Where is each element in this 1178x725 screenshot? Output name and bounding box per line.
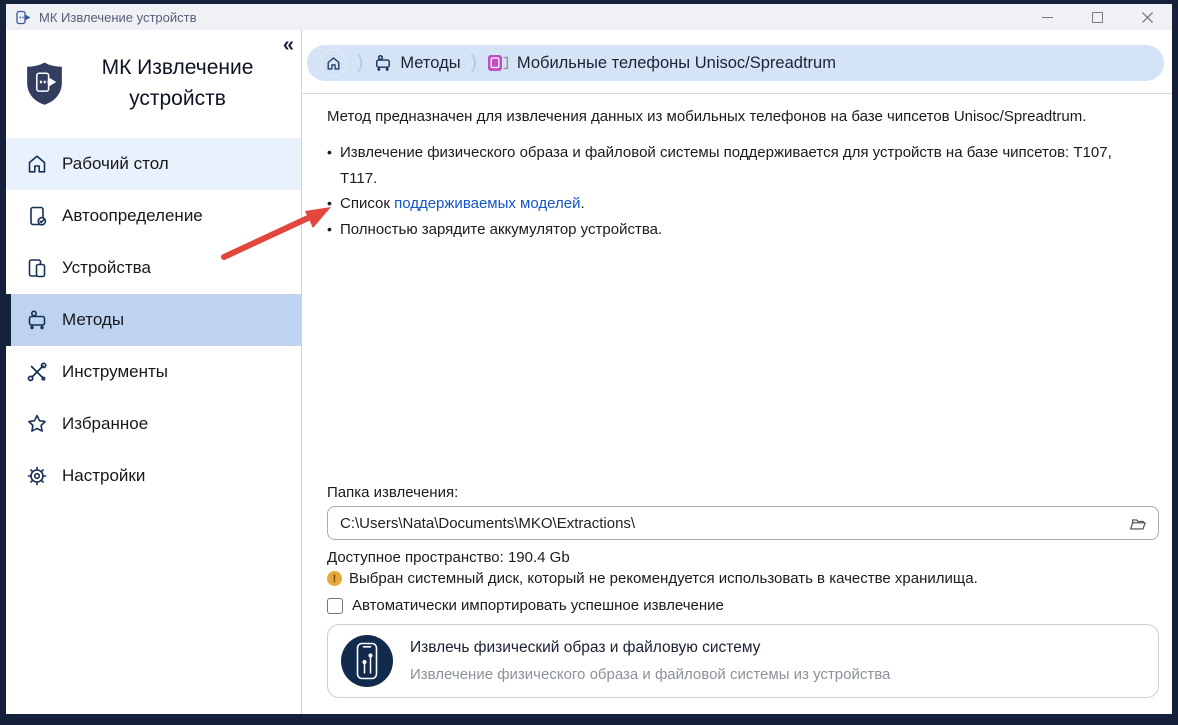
breadcrumb-home-button[interactable] [319,49,347,77]
star-icon [28,414,46,432]
bullet-chipsets: • Извлечение физического образа и файлов… [327,140,1127,191]
sidebar-item-label: Настройки [62,466,146,485]
method-bullet-list: • Извлечение физического образа и файлов… [327,140,1127,242]
sidebar-item-label: Инструменты [62,362,169,381]
minimize-button[interactable] [1022,4,1072,30]
sidebar-item-label: Автоопределение [62,206,203,225]
sidebar-item-desktop[interactable]: Рабочий стол [6,138,301,190]
warning-text: Выбран системный диск, который не рекоме… [349,570,978,587]
sidebar-item-label: Методы [62,310,125,329]
autodetect-icon [30,206,47,226]
home-icon [28,155,46,173]
mobile-phone-icon [487,55,508,71]
app-title: МК Извлечение устройств [68,52,287,114]
bullet-marker: • [327,220,332,237]
window-titlebar: МК Извлечение устройств [6,4,1172,30]
bullet-supported-models: • Список поддерживаемых моделей. [327,191,1127,217]
card-subtitle: Извлечение физического образа и файловой… [410,666,891,683]
extraction-folder-input[interactable] [328,514,1116,532]
breadcrumb-item-page[interactable]: Мобильные телефоны Unisoc/Spreadtrum [487,53,836,73]
auto-import-checkbox-row[interactable]: Автоматически импортировать успешное изв… [327,597,724,614]
breadcrumb-page-label: Мобильные телефоны Unisoc/Spreadtrum [516,53,836,72]
warning-icon: ! [327,571,342,586]
system-disk-warning: ! Выбран системный диск, который не реко… [327,570,978,587]
sidebar-header: МК Извлечение устройств [6,30,301,138]
gear-icon [27,466,47,486]
sidebar-item-devices[interactable]: Устройства [6,242,301,294]
extraction-phone-icon [341,635,393,687]
maximize-button[interactable] [1072,4,1122,30]
breadcrumb: ) Методы ) Мобильные телефоны Unisoc/Spr… [302,30,1172,93]
bullet-link-prefix: Список [340,195,395,212]
minimize-icon [1041,16,1053,18]
card-title: Извлечь физический образ и файловую сист… [410,639,761,656]
close-icon [1141,11,1153,23]
bullet-marker: • [327,195,332,211]
sidebar: « МК Извлечение устройств Рабочий стол А… [6,30,301,714]
folder-open-icon [1130,519,1146,530]
maximize-icon [1091,11,1103,23]
home-icon [327,56,339,70]
sidebar-nav: Рабочий стол Автоопределение Устройства … [6,138,301,502]
sidebar-item-settings[interactable]: Настройки [6,450,301,502]
bullet-chipsets-text: Извлечение физического образа и файловой… [340,144,1112,187]
app-logo-shield-icon [27,62,62,105]
extraction-folder-field [327,506,1159,540]
extract-physical-image-button[interactable]: Извлечь физический образ и файловую сист… [327,624,1159,698]
window-controls [1022,4,1172,30]
sidebar-item-label: Устройства [62,258,151,277]
auto-import-checkbox[interactable] [327,597,343,614]
bullet-supported-models-text: Список поддерживаемых моделей. [340,191,585,217]
bullet-marker: • [327,144,332,160]
app-window: МК Извлечение устройств « МК Извлечение … [6,4,1172,714]
content-area: ) Методы ) Мобильные телефоны Unisoc/Spr… [302,30,1172,714]
close-button[interactable] [1122,4,1172,30]
sidebar-item-autodetect[interactable]: Автоопределение [6,190,301,242]
sidebar-item-tools[interactable]: Инструменты [6,346,301,398]
sidebar-item-label: Рабочий стол [62,154,169,173]
sidebar-collapse-button[interactable]: « [283,35,294,55]
sidebar-item-methods[interactable]: Методы [6,294,301,346]
breadcrumb-pill: ) Методы ) Мобильные телефоны Unisoc/Spr… [307,45,1164,81]
bullet-link-suffix: . [580,195,585,212]
breadcrumb-item-methods[interactable]: Методы [373,53,461,73]
tools-icon [27,362,47,382]
breadcrumb-separator: ) [357,52,364,73]
extraction-folder-label: Папка извлечения: [327,484,459,501]
sidebar-item-label: Избранное [62,414,149,433]
card-text: Извлечь физический образ и файловую сист… [410,639,890,683]
window-title: МК Извлечение устройств [39,9,197,25]
supported-models-link[interactable]: поддерживаемых моделей [394,195,580,212]
auto-import-label: Автоматически импортировать успешное изв… [352,597,724,614]
breadcrumb-methods-label: Методы [400,53,461,72]
devices-icon [28,259,46,278]
browse-folder-button[interactable] [1116,514,1158,532]
bullet-charge-battery-text: Полностью зарядите аккумулятор устройств… [340,220,663,238]
app-title-line1: МК Извлечение [101,56,254,79]
app-title-line2: устройств [129,87,226,110]
bullet-charge-battery: • Полностью зарядите аккумулятор устройс… [327,217,1127,243]
breadcrumb-separator: ) [470,52,477,73]
methods-icon [376,55,391,71]
app-icon [16,10,31,24]
method-page: Метод предназначен для извлечения данных… [302,94,1172,714]
methods-icon [28,310,46,330]
method-description: Метод предназначен для извлечения данных… [327,108,1087,125]
sidebar-item-favorites[interactable]: Избранное [6,398,301,450]
available-space-text: Доступное пространство: 190.4 Gb [327,549,570,566]
